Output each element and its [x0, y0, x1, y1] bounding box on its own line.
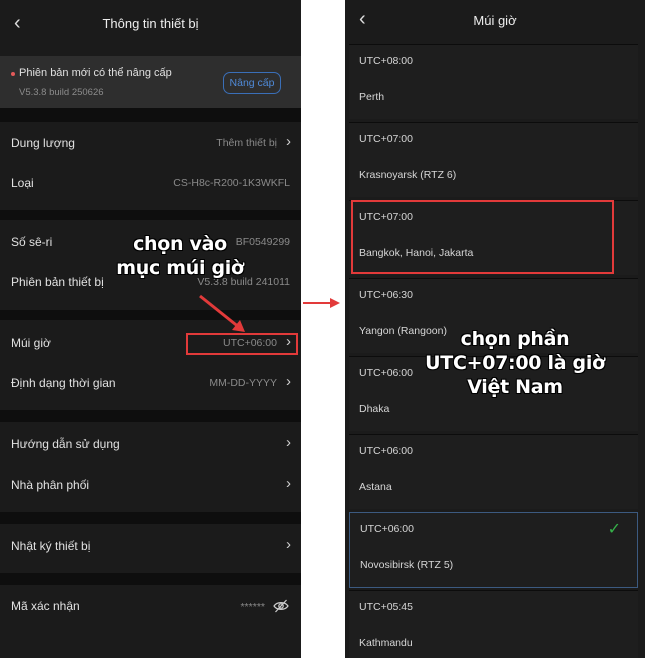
- timezone-city: Astana: [359, 481, 392, 493]
- timezone-city: Novosibirsk (RTZ 5): [360, 559, 454, 571]
- row-label: Định dạng thời gian: [11, 376, 116, 390]
- row-verification-code: Mã xác nhận ******: [0, 587, 301, 627]
- eye-slash-icon[interactable]: [273, 598, 289, 614]
- device-info-screen: ‹ Thông tin thiết bị Phiên bản mới có th…: [0, 0, 301, 658]
- row-label: Mã xác nhận: [11, 599, 80, 613]
- timezone-city: Kathmandu: [359, 637, 413, 649]
- update-message: Phiên bản mới có thể nâng cấp: [19, 67, 172, 79]
- timezone-item[interactable]: UTC+06:00 Astana: [349, 434, 638, 509]
- timezone-item[interactable]: UTC+08:00 Perth: [349, 44, 638, 119]
- callout-select-utc7: chọn phần UTC+07:00 là giờ Việt Nam: [420, 328, 610, 399]
- callout-select-timezone: chọn vào mục múi giờ: [110, 233, 250, 281]
- row-label: Múi giờ: [11, 336, 51, 350]
- row-time-format[interactable]: Định dạng thời gian MM-DD-YYYY ›: [0, 364, 301, 404]
- callout-line: mục múi giờ: [116, 256, 244, 279]
- chevron-right-icon: ›: [286, 133, 291, 150]
- timezone-city: Dhaka: [359, 403, 390, 415]
- page-title: Múi giờ: [473, 13, 517, 28]
- timezone-offset: UTC+08:00: [359, 55, 413, 67]
- row-value: MM-DD-YYYY: [209, 377, 277, 389]
- row-type: Loại CS-H8c-R200-1K3WKFL: [0, 164, 301, 204]
- chevron-right-icon: ›: [286, 536, 291, 553]
- row-label: Nhà phân phối: [11, 478, 90, 492]
- timezone-item-selected[interactable]: UTC+06:00 Novosibirsk (RTZ 5) ✓: [349, 512, 638, 588]
- callout-line: chọn vào: [133, 233, 227, 255]
- divider: [0, 108, 301, 122]
- divider: [0, 210, 301, 220]
- row-value: Thêm thiết bị: [216, 137, 277, 149]
- row-label: Loại: [11, 176, 34, 190]
- row-user-guide[interactable]: Hướng dẫn sử dụng ›: [0, 425, 301, 465]
- chevron-right-icon: ›: [286, 434, 291, 451]
- update-version: V5.3.8 build 250626: [19, 87, 104, 98]
- timezone-offset: UTC+06:00: [359, 445, 413, 457]
- row-label: Phiên bản thiết bị: [11, 275, 104, 289]
- row-value: ******: [240, 601, 265, 613]
- arrow-head: [330, 298, 340, 308]
- chevron-right-icon: ›: [286, 373, 291, 390]
- callout-line: Việt Nam: [467, 375, 563, 398]
- header: ‹ Múi giờ: [345, 0, 645, 40]
- chevron-right-icon: ›: [286, 475, 291, 492]
- divider: [0, 512, 301, 524]
- row-storage[interactable]: Dung lượng Thêm thiết bị ›: [0, 124, 301, 164]
- row-label: Dung lượng: [11, 136, 75, 150]
- timezone-item[interactable]: UTC+07:00 Krasnoyarsk (RTZ 6): [349, 122, 638, 197]
- row-label: Hướng dẫn sử dụng: [11, 437, 120, 451]
- divider: [0, 410, 301, 422]
- divider: [0, 573, 301, 585]
- timezone-offset: UTC+06:30: [359, 289, 413, 301]
- callout-line: UTC+07:00 là giờ: [425, 351, 605, 374]
- vietnam-timezone-highlight-box: [351, 200, 614, 274]
- row-label: Nhật ký thiết bị: [11, 539, 91, 553]
- timezone-offset: UTC+06:00: [359, 367, 413, 379]
- timezone-city: Krasnoyarsk (RTZ 6): [359, 169, 457, 181]
- timezone-highlight-box: [186, 333, 298, 355]
- page-title: Thông tin thiết bị: [102, 16, 199, 31]
- timezone-city: Perth: [359, 91, 385, 103]
- timezone-offset: UTC+05:45: [359, 601, 413, 613]
- row-label: Số sê-ri: [11, 235, 53, 249]
- timezone-offset: UTC+07:00: [359, 133, 413, 145]
- checkmark-icon: ✓: [607, 521, 621, 538]
- divider: [0, 310, 301, 320]
- upgrade-button[interactable]: Nâng cấp: [223, 72, 281, 94]
- row-value: CS-H8c-R200-1K3WKFL: [173, 177, 290, 189]
- red-dot-icon: [11, 72, 15, 76]
- update-banner: Phiên bản mới có thể nâng cấp V5.3.8 bui…: [0, 56, 301, 108]
- timezone-item[interactable]: UTC+05:45 Kathmandu: [349, 590, 638, 658]
- callout-line: chọn phần: [460, 328, 570, 350]
- timezone-offset: UTC+06:00: [360, 523, 414, 535]
- row-distributor[interactable]: Nhà phân phối ›: [0, 466, 301, 506]
- row-device-log[interactable]: Nhật ký thiết bị ›: [0, 527, 301, 567]
- header: ‹ Thông tin thiết bị: [0, 0, 301, 48]
